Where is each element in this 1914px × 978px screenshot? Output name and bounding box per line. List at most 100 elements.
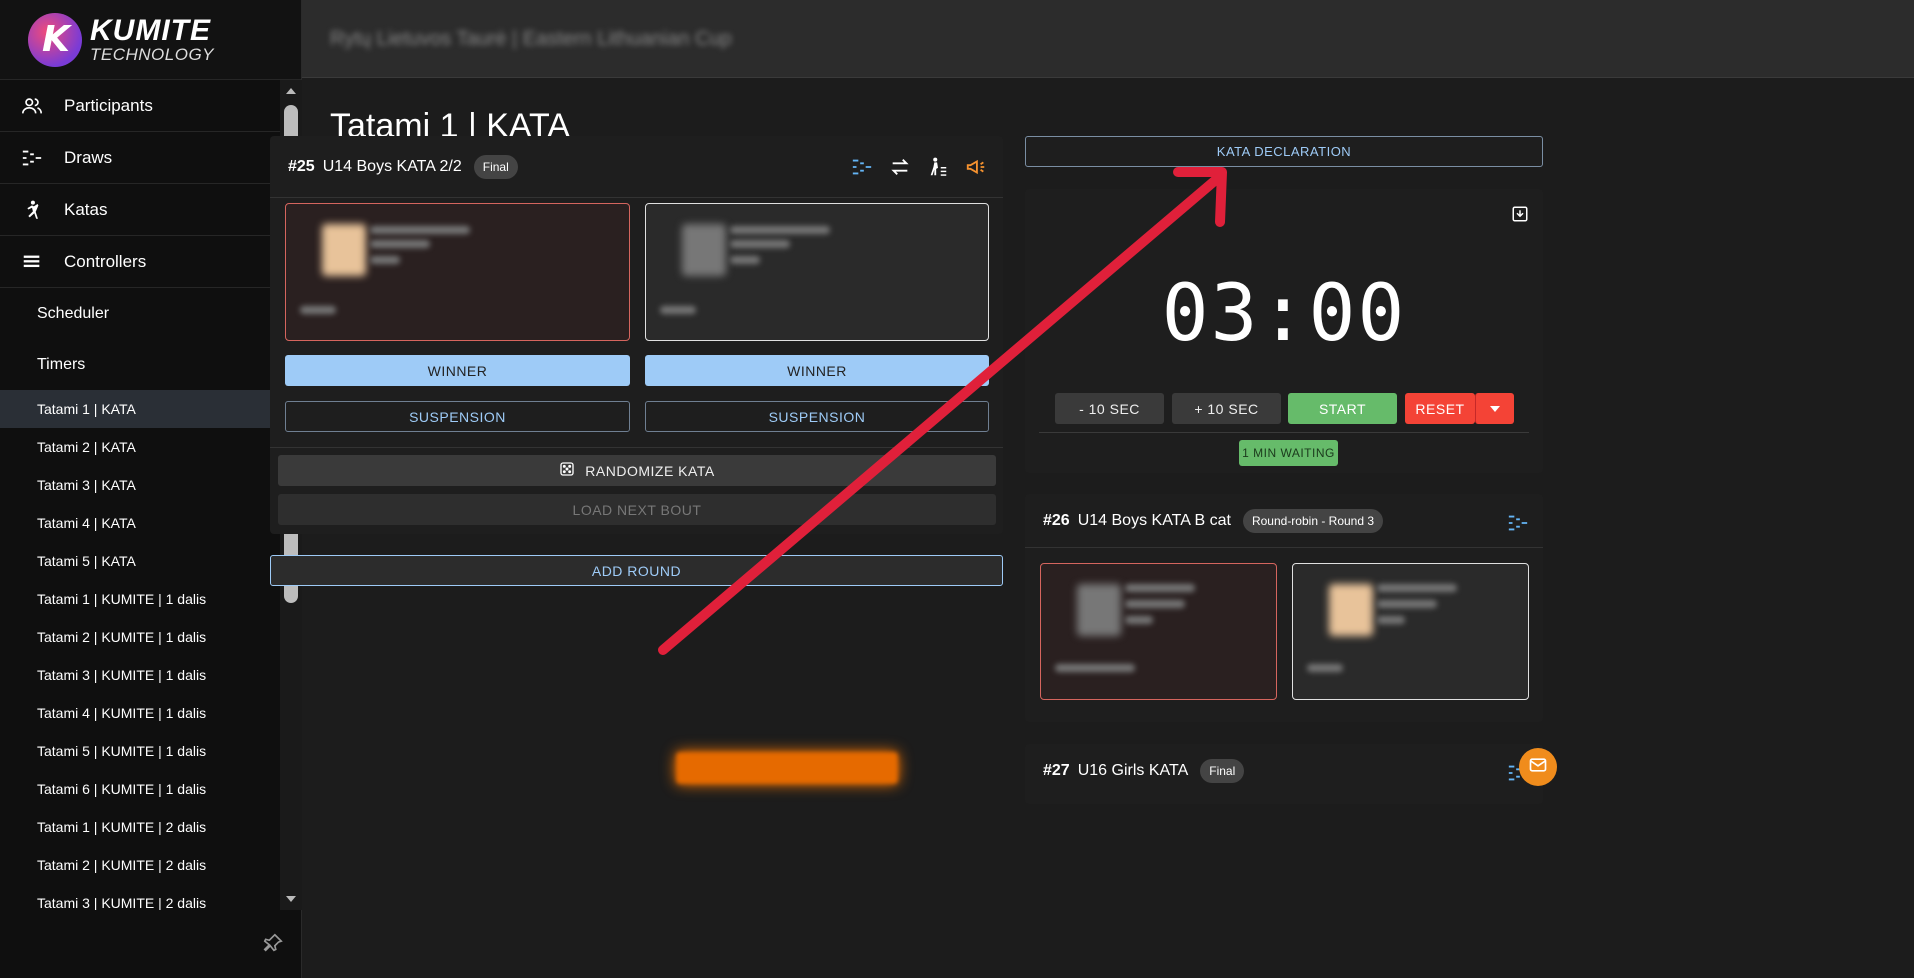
divider <box>270 447 1003 448</box>
start-button[interactable]: START <box>1288 393 1397 424</box>
sidebar-item-label: Participants <box>64 95 153 115</box>
sidebar-item-label: Tatami 1 | KUMITE | 1 dalis <box>37 591 207 607</box>
blurred-text <box>1125 600 1185 608</box>
sidebar-item-tatami[interactable]: Tatami 1 | KUMITE | 1 dalis <box>0 580 280 618</box>
blurred-text <box>1377 600 1437 608</box>
randomize-kata-button[interactable]: RANDOMIZE KATA <box>278 455 996 486</box>
sidebar-item-tatami[interactable]: Tatami 6 | KUMITE | 1 dalis <box>0 770 280 808</box>
blurred-text <box>730 240 790 248</box>
sidebar-item-label: Tatami 4 | KATA <box>37 515 136 531</box>
timer-card: 03:00 - 10 SEC + 10 SEC START RESET 1 MI… <box>1025 189 1543 473</box>
sidebar-item-tatami[interactable]: Tatami 2 | KUMITE | 2 dalis <box>0 846 280 884</box>
sidebar-nav: Participants Draws Katas Controllers Sch… <box>0 80 280 910</box>
logo[interactable]: KUMITE TECHNOLOGY <box>0 0 301 80</box>
people-icon <box>20 94 44 118</box>
reset-button[interactable]: RESET <box>1405 393 1475 424</box>
sidebar-item-label: Tatami 1 | KATA <box>37 401 136 417</box>
kata-icon <box>20 198 44 222</box>
controllers-icon <box>20 250 44 274</box>
sidebar-item-label: Tatami 2 | KATA <box>37 439 136 455</box>
scroll-down-arrow-icon[interactable] <box>286 896 296 902</box>
bout-header: #27 U16 Girls KATA Final <box>1025 744 1543 798</box>
bout-stage-chip: Round-robin - Round 3 <box>1242 508 1384 533</box>
sidebar-item-tatami[interactable]: Tatami 5 | KATA <box>0 542 280 580</box>
minus-10-sec-button[interactable]: - 10 SEC <box>1055 393 1164 424</box>
event-title: Rytų Lietuvos Taurė | Eastern Lithuanian… <box>330 28 732 50</box>
sidebar: KUMITE TECHNOLOGY Participants Draws <box>0 0 302 978</box>
draws-icon <box>20 146 44 170</box>
sidebar-item-tatami[interactable]: Tatami 1 | KUMITE | 2 dalis <box>0 808 280 846</box>
app: KUMITE TECHNOLOGY Participants Draws <box>0 0 1914 978</box>
blurred-text <box>1307 664 1343 672</box>
reset-dropdown-button[interactable] <box>1475 393 1514 424</box>
sidebar-item-draws[interactable]: Draws <box>0 132 280 184</box>
sidebar-item-tatami[interactable]: Tatami 2 | KUMITE | 1 dalis <box>0 618 280 656</box>
sidebar-item-participants[interactable]: Participants <box>0 80 280 132</box>
kata-declaration-button[interactable]: KATA DECLARATION <box>1025 136 1543 167</box>
sidebar-item-label: Timers <box>37 355 86 373</box>
competitor-red-card[interactable] <box>285 203 630 341</box>
download-icon[interactable] <box>1511 205 1529 228</box>
sidebar-item-scheduler[interactable]: Scheduler <box>0 288 280 339</box>
winner-red-button[interactable]: WINNER <box>285 355 630 386</box>
blurred-text <box>1377 616 1405 624</box>
sidebar-item-timers[interactable]: Timers <box>0 339 280 390</box>
scroll-up-arrow-icon[interactable] <box>286 88 296 94</box>
blurred-text <box>370 256 400 264</box>
blurred-text <box>660 306 696 314</box>
top-header: Rytų Lietuvos Taurė | Eastern Lithuanian… <box>302 0 1914 78</box>
sidebar-item-label: Scheduler <box>37 304 110 322</box>
logo-title: KUMITE <box>90 14 211 47</box>
sidebar-item-label: Tatami 6 | KUMITE | 1 dalis <box>37 781 207 797</box>
competitor-white-card[interactable] <box>1292 563 1529 700</box>
competitor-avatar <box>322 224 366 276</box>
blurred-text <box>1125 616 1153 624</box>
sidebar-item-tatami[interactable]: Tatami 4 | KUMITE | 1 dalis <box>0 694 280 732</box>
contact-button[interactable] <box>1519 748 1557 786</box>
competitor-avatar <box>682 224 726 276</box>
bout-header: #26 U14 Boys KATA B cat Round-robin - Ro… <box>1025 494 1543 548</box>
bout-stage-chip: Final <box>1200 759 1245 783</box>
sidebar-item-tatami[interactable]: Tatami 3 | KATA <box>0 466 280 504</box>
sidebar-item-tatami[interactable]: Tatami 3 | KUMITE | 1 dalis <box>0 656 280 694</box>
mail-icon <box>1528 755 1548 780</box>
swap-icon[interactable] <box>889 156 911 178</box>
logo-mark-icon <box>28 12 82 67</box>
competitor-red-card[interactable] <box>1040 563 1277 700</box>
randomize-kata-label: RANDOMIZE KATA <box>585 462 715 479</box>
megaphone-icon[interactable] <box>965 156 987 178</box>
sidebar-item-label: Tatami 3 | KATA <box>37 477 136 493</box>
draws-icon[interactable] <box>851 156 873 178</box>
sidebar-item-label: Tatami 5 | KUMITE | 1 dalis <box>37 743 207 759</box>
referee-icon[interactable] <box>927 156 949 178</box>
suspension-red-button[interactable]: SUSPENSION <box>285 401 630 432</box>
logo-subtitle: TECHNOLOGY <box>90 45 215 64</box>
blurred-text <box>370 240 430 248</box>
blurred-text <box>370 226 470 234</box>
load-next-bout-button[interactable]: LOAD NEXT BOUT <box>278 494 996 525</box>
competitor-white-card[interactable] <box>645 203 989 341</box>
blurred-text <box>730 256 760 264</box>
pin-icon[interactable] <box>262 932 286 956</box>
sidebar-item-tatami[interactable]: Tatami 2 | KATA <box>0 428 280 466</box>
caret-down-icon <box>1490 405 1500 412</box>
draws-icon[interactable] <box>1507 512 1529 539</box>
sidebar-item-katas[interactable]: Katas <box>0 184 280 236</box>
sidebar-item-label: Controllers <box>64 251 147 271</box>
sidebar-item-label: Tatami 2 | KUMITE | 2 dalis <box>37 857 207 873</box>
sidebar-item-tatami[interactable]: Tatami 3 | KUMITE | 2 dalis <box>0 884 280 910</box>
sidebar-item-label: Tatami 3 | KUMITE | 2 dalis <box>37 895 207 910</box>
bout-name: U14 Boys KATA 2/2 <box>322 157 462 175</box>
suspension-white-button[interactable]: SUSPENSION <box>645 401 989 432</box>
sidebar-item-tatami[interactable]: Tatami 4 | KATA <box>0 504 280 542</box>
one-min-waiting-button[interactable]: 1 MIN WAITING <box>1239 440 1338 466</box>
timer-display: 03:00 <box>1161 269 1407 359</box>
sidebar-item-controllers[interactable]: Controllers <box>0 236 280 288</box>
winner-white-button[interactable]: WINNER <box>645 355 989 386</box>
sidebar-item-tatami[interactable]: Tatami 1 | KATA <box>0 390 280 428</box>
add-round-button[interactable]: ADD ROUND <box>270 555 1003 586</box>
plus-10-sec-button[interactable]: + 10 SEC <box>1172 393 1281 424</box>
notification-bar[interactable] <box>676 752 898 784</box>
competitor-avatar <box>1077 584 1121 636</box>
sidebar-item-tatami[interactable]: Tatami 5 | KUMITE | 1 dalis <box>0 732 280 770</box>
